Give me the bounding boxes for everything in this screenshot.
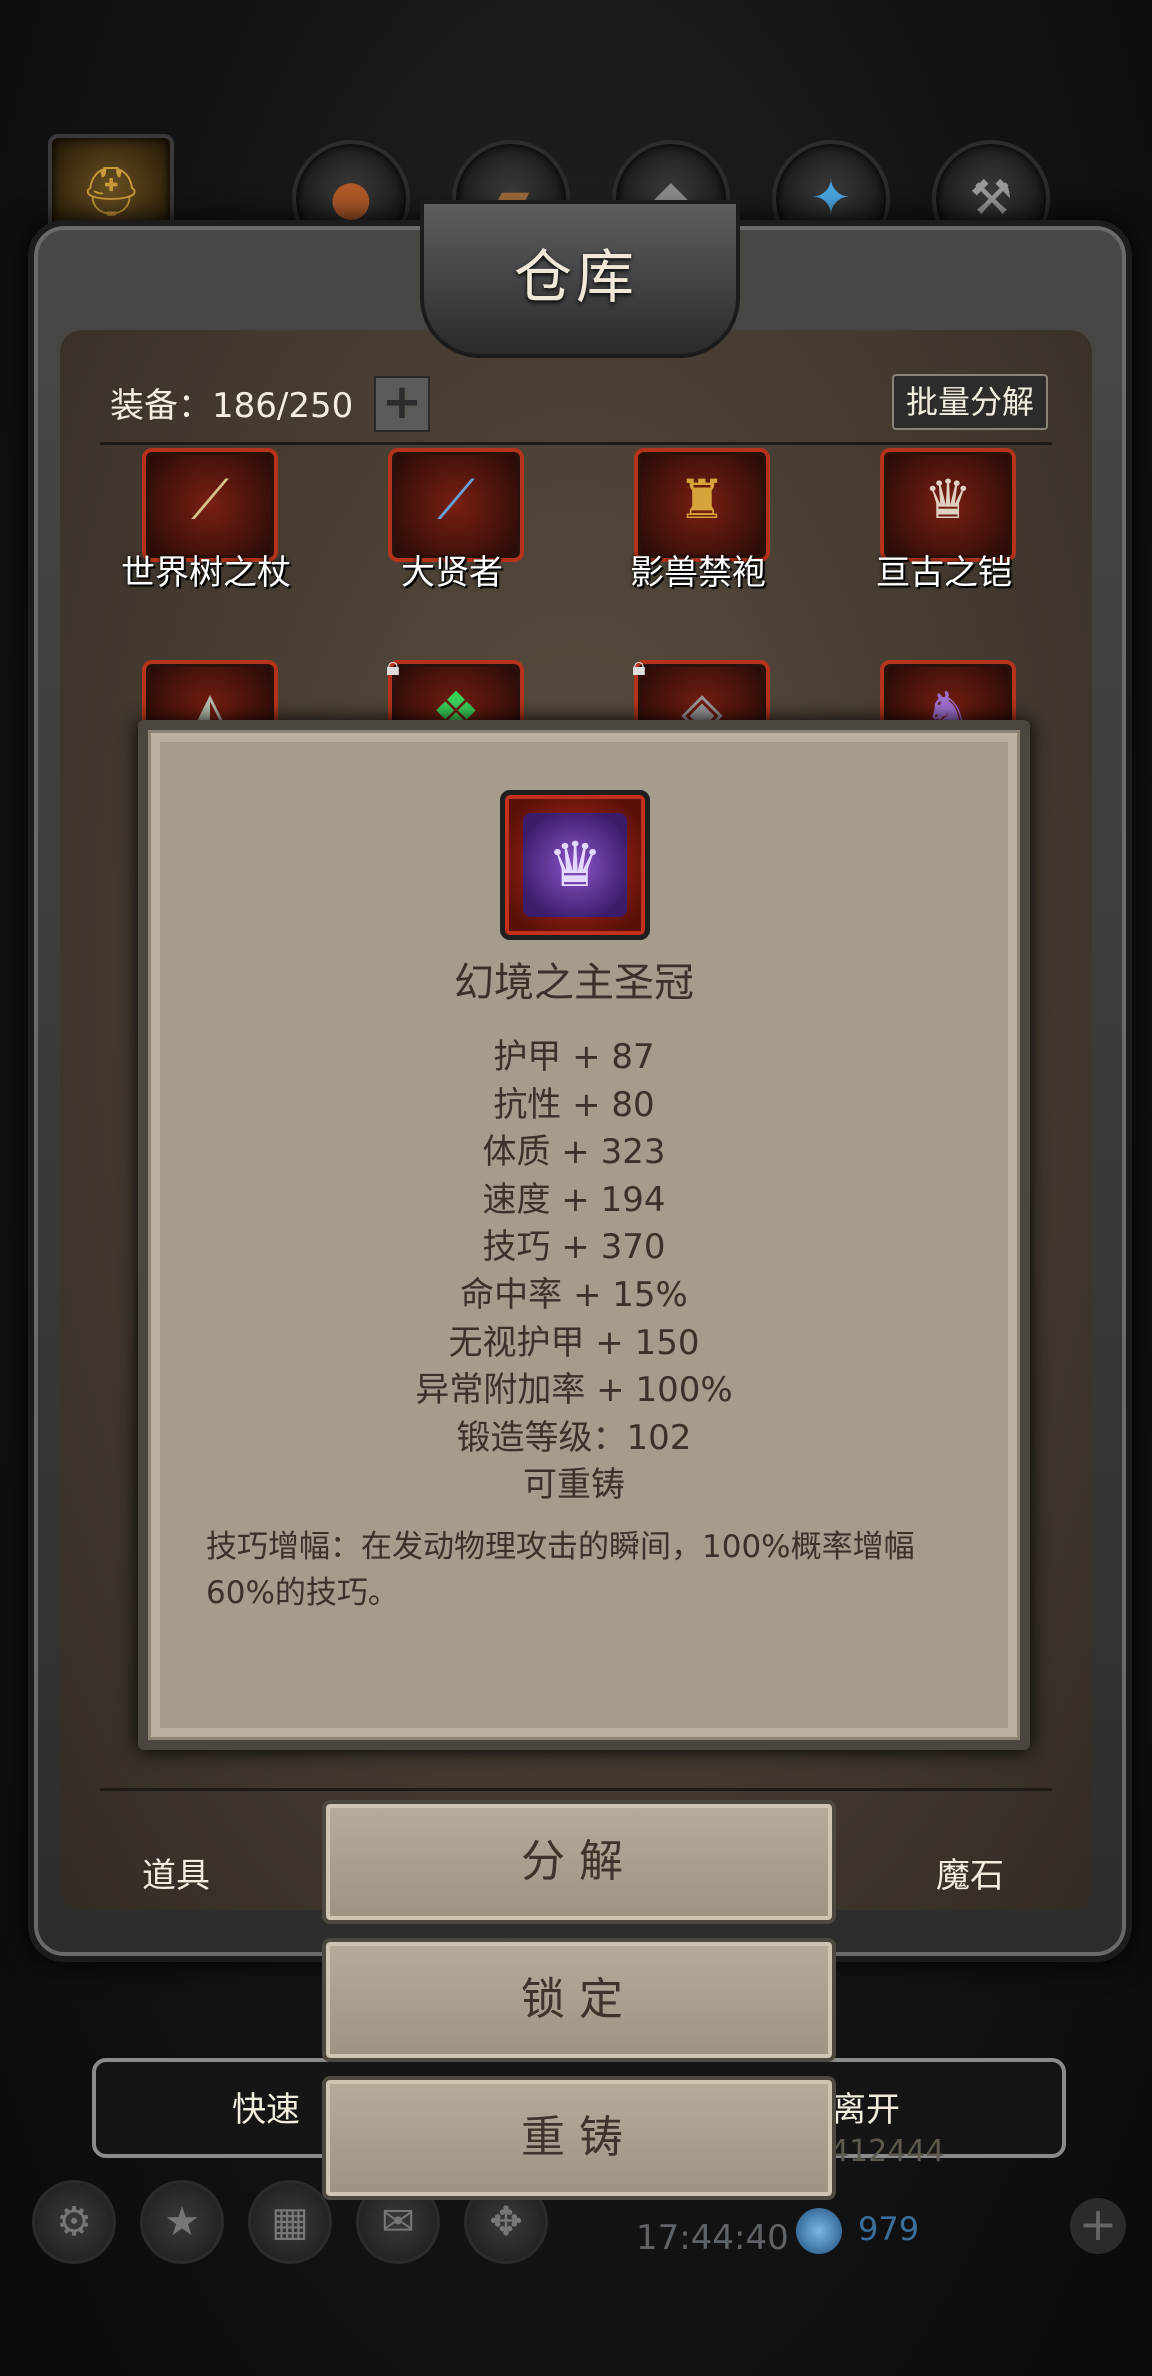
item-stats: 护甲 + 87 抗性 + 80 体质 + 323 速度 + 194 技巧 + 3… [138, 1034, 1010, 1510]
gear-icon[interactable]: ⚙ [32, 2180, 116, 2264]
item-detail-icon-frame: ♛ [500, 790, 650, 940]
stat-line: 体质 + 323 [482, 1132, 666, 1173]
gem-icon [796, 2208, 842, 2254]
tab-items[interactable]: 道具 [142, 1848, 210, 1897]
robe-icon: ♜ [677, 468, 727, 531]
clock-time: 17:44:40 [636, 2218, 789, 2258]
expand-capacity-button[interactable]: + [374, 376, 430, 432]
hammer-icon: ⚒ [969, 170, 1013, 226]
star-icon[interactable]: ★ [140, 2180, 224, 2264]
decompose-button[interactable]: 分解 [322, 1800, 836, 1924]
wand-icon: ⟋ [437, 468, 475, 531]
stat-line: 抗性 + 80 [493, 1084, 655, 1125]
tab-magic-stones[interactable]: 魔石 [936, 1848, 1004, 1897]
equipment-count: 装备：186/250 [110, 386, 354, 426]
stat-line: 异常附加率 + 100% [415, 1370, 733, 1411]
stat-line: 命中率 + 15% [460, 1274, 688, 1315]
gold-amount: 412444 [830, 2134, 945, 2169]
lock-button[interactable]: 锁定 [322, 1938, 836, 2062]
item-label: 亘古之铠 [876, 553, 1012, 593]
divider [100, 1788, 1052, 1791]
stat-line: 可重铸 [523, 1465, 625, 1506]
stat-line: 速度 + 194 [482, 1179, 666, 1220]
lock-icon: 🔒︎ [632, 652, 646, 682]
reforge-button[interactable]: 重铸 [322, 2076, 836, 2200]
staff-icon: ⟋ [191, 468, 229, 531]
lute-icon: ● [330, 170, 372, 226]
shop-icon[interactable]: ▦ [248, 2180, 332, 2264]
add-currency-button[interactable]: + [1070, 2198, 1126, 2254]
lock-icon: 🔒︎ [386, 652, 400, 682]
item-label: 世界树之杖 [121, 553, 291, 593]
divider [100, 442, 1052, 445]
stat-line: 无视护甲 + 150 [448, 1322, 700, 1363]
helmet-icon: ⛑ [80, 164, 142, 220]
quick-decompose-button[interactable]: 快速 [232, 2082, 300, 2131]
page-title: 仓库 [513, 243, 638, 311]
armor-icon: ♛ [923, 468, 973, 531]
item-label: 影兽禁袍 [630, 553, 766, 593]
batch-decompose-button[interactable]: 批量分解 [892, 374, 1048, 430]
gem-count: 979 [858, 2210, 920, 2248]
item-description: 技巧增幅：在发动物理攻击的瞬间，100%概率增幅60%的技巧。 [206, 1529, 915, 1611]
item-label: 大贤者 [401, 553, 503, 593]
crown-icon: ♛ [523, 813, 627, 917]
stat-line: 技巧 + 370 [482, 1227, 666, 1268]
leave-button[interactable]: 离开 [832, 2082, 900, 2131]
stat-line: 锻造等级：102 [456, 1417, 692, 1458]
item-name: 幻境之主圣冠 [454, 960, 694, 1006]
stat-line: 护甲 + 87 [493, 1037, 655, 1077]
crystal-icon: ✦ [810, 170, 852, 226]
